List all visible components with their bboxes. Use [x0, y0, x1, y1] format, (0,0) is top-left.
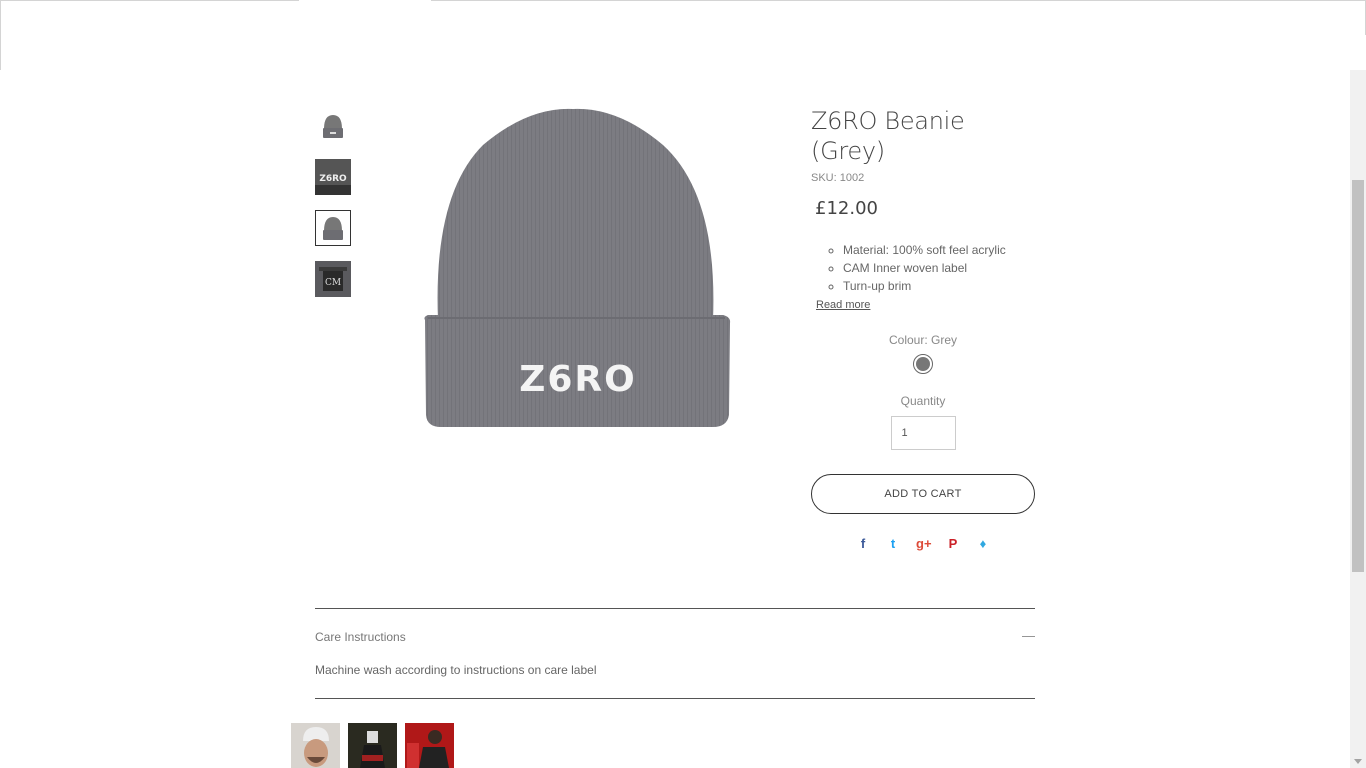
care-instructions-header[interactable]: Care Instructions —: [315, 628, 1035, 644]
gallery-photo-2[interactable]: [348, 723, 397, 768]
read-more-link[interactable]: Read more: [816, 299, 870, 311]
quantity-label: Quantity: [900, 394, 946, 408]
label-thumbnail-icon: CM: [315, 261, 351, 297]
gallery-photo-1[interactable]: [291, 723, 340, 768]
google-plus-icon[interactable]: g+: [916, 536, 932, 551]
gallery-photo-3[interactable]: [405, 723, 454, 768]
swatch-fill: [916, 357, 930, 371]
product-sku: SKU: 1002: [811, 172, 865, 184]
main-product-image[interactable]: Z6RO: [363, 95, 793, 445]
photo-gallery: [291, 723, 454, 768]
add-to-cart-button[interactable]: ADD TO CART: [811, 474, 1035, 514]
beanie-thumbnail-icon: [323, 115, 343, 138]
product-title: Z6RO Beanie (Grey): [811, 106, 1035, 166]
thumb-label-text: CM: [325, 278, 341, 288]
fancy-icon[interactable]: ♦: [976, 536, 990, 551]
thumbnail-list: Z6RO CM: [315, 108, 351, 312]
pinterest-icon[interactable]: P: [946, 536, 960, 551]
tab-gap: [299, 0, 431, 3]
thumbnail-2[interactable]: Z6RO: [315, 159, 351, 195]
header-area: [1, 35, 1366, 71]
colour-label: Colour: Grey: [888, 333, 958, 347]
title-line-2: (Grey): [811, 137, 885, 165]
feature-item: Turn-up brim: [843, 277, 1035, 295]
share-icons: f t g+ P ♦: [811, 536, 1035, 551]
product-info: Z6RO Beanie (Grey) SKU: 1002 £12.00 Mate…: [811, 106, 1035, 551]
feature-list: Material: 100% soft feel acrylic CAM Inn…: [843, 241, 1035, 295]
divider-top: [315, 608, 1035, 609]
title-line-1: Z6RO Beanie: [811, 107, 965, 135]
scrollbar[interactable]: [1350, 70, 1366, 768]
thumbnail-3[interactable]: [315, 210, 351, 246]
thumb-logo-text: Z6RO: [319, 174, 347, 184]
collapse-toggle-icon[interactable]: —: [1022, 628, 1035, 643]
care-instructions-text: Machine wash according to instructions o…: [315, 663, 597, 677]
person-photo-icon: [405, 723, 454, 768]
product-price: £12.00: [815, 198, 878, 219]
beanie-thumbnail-icon: [323, 217, 343, 240]
person-photo-icon: [348, 723, 397, 768]
twitter-icon[interactable]: t: [886, 536, 900, 551]
thumbnail-4[interactable]: CM: [315, 261, 351, 297]
care-instructions-title: Care Instructions: [315, 630, 406, 644]
feature-item: Material: 100% soft feel acrylic: [843, 241, 1035, 259]
quantity-input[interactable]: [890, 416, 956, 450]
facebook-icon[interactable]: f: [856, 536, 870, 551]
feature-item: CAM Inner woven label: [843, 259, 1035, 277]
scroll-down-arrow-icon[interactable]: [1354, 759, 1362, 764]
beanie-logo-text: Z6RO: [519, 359, 636, 400]
divider-bottom: [315, 698, 1035, 699]
scrollbar-thumb[interactable]: [1352, 180, 1364, 572]
logo-closeup-thumbnail-icon: Z6RO: [315, 159, 351, 195]
person-photo-icon: [291, 723, 340, 768]
browser-top-bar: [0, 0, 1366, 71]
thumbnail-1[interactable]: [315, 108, 351, 144]
colour-swatch-grey[interactable]: [913, 354, 933, 374]
beanie-image-icon: Z6RO: [424, 108, 731, 427]
